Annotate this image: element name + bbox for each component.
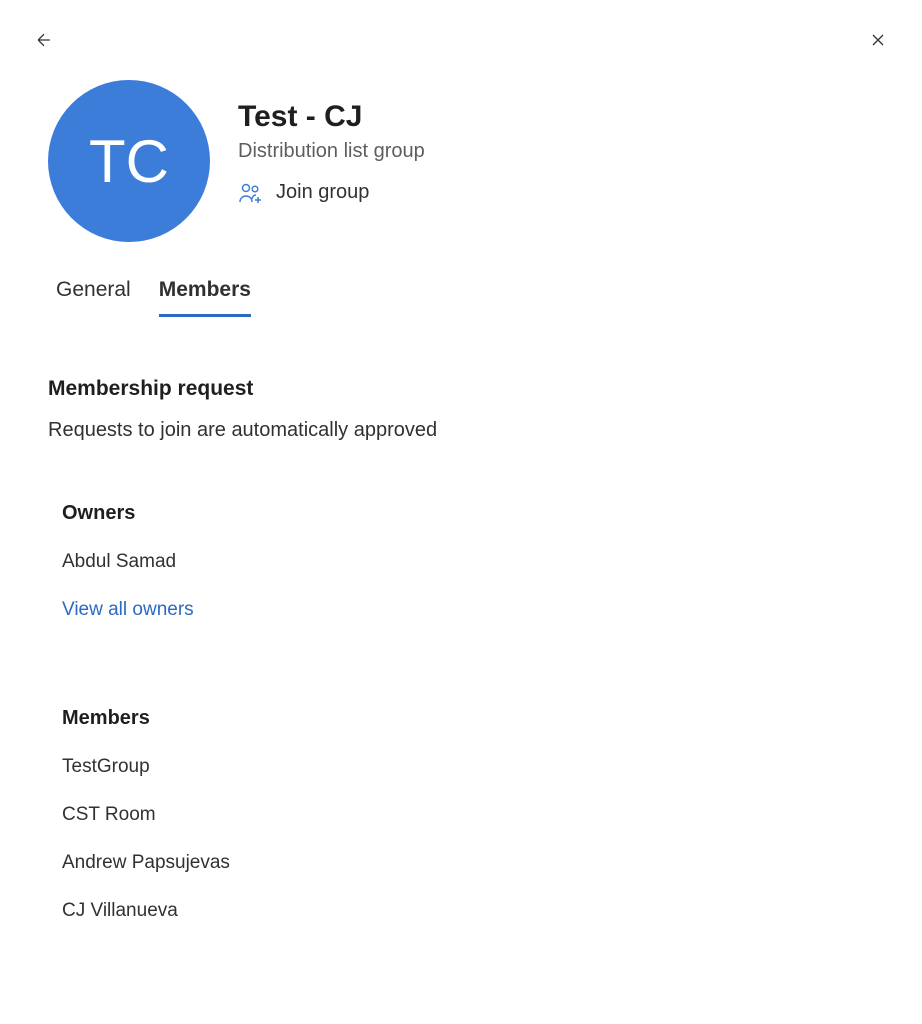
tab-members[interactable]: Members xyxy=(159,278,251,317)
view-all-owners-link[interactable]: View all owners xyxy=(62,599,860,621)
owners-heading: Owners xyxy=(62,502,860,525)
membership-request-section: Membership request Requests to join are … xyxy=(48,377,874,442)
members-heading: Members xyxy=(62,707,860,730)
list-item: CST Room xyxy=(62,804,860,826)
join-group-label: Join group xyxy=(276,181,369,204)
list-item: CJ Villanueva xyxy=(62,900,860,922)
list-item: Abdul Samad xyxy=(62,551,860,573)
group-subtitle: Distribution list group xyxy=(238,140,425,163)
group-info: Test - CJ Distribution list group Join g… xyxy=(238,80,425,204)
arrow-left-icon xyxy=(34,30,54,50)
back-button[interactable] xyxy=(28,24,60,56)
avatar-initials: TC xyxy=(89,127,169,196)
tab-bar: General Members xyxy=(0,242,922,317)
top-bar xyxy=(0,0,922,56)
list-item: Andrew Papsujevas xyxy=(62,852,860,874)
group-title: Test - CJ xyxy=(238,100,425,134)
close-button[interactable] xyxy=(862,24,894,56)
content-area: Membership request Requests to join are … xyxy=(0,317,922,922)
join-group-button[interactable]: Join group xyxy=(238,181,425,204)
membership-request-description: Requests to join are automatically appro… xyxy=(48,419,874,442)
membership-request-heading: Membership request xyxy=(48,377,874,401)
list-item: TestGroup xyxy=(62,756,860,778)
tab-general[interactable]: General xyxy=(56,278,131,317)
members-section: Members TestGroup CST Room Andrew Papsuj… xyxy=(48,647,874,922)
owners-section: Owners Abdul Samad View all owners xyxy=(48,442,874,621)
group-avatar: TC xyxy=(48,80,210,242)
people-add-icon xyxy=(238,182,264,204)
close-icon xyxy=(868,30,888,50)
group-header: TC Test - CJ Distribution list group Joi… xyxy=(0,56,922,242)
